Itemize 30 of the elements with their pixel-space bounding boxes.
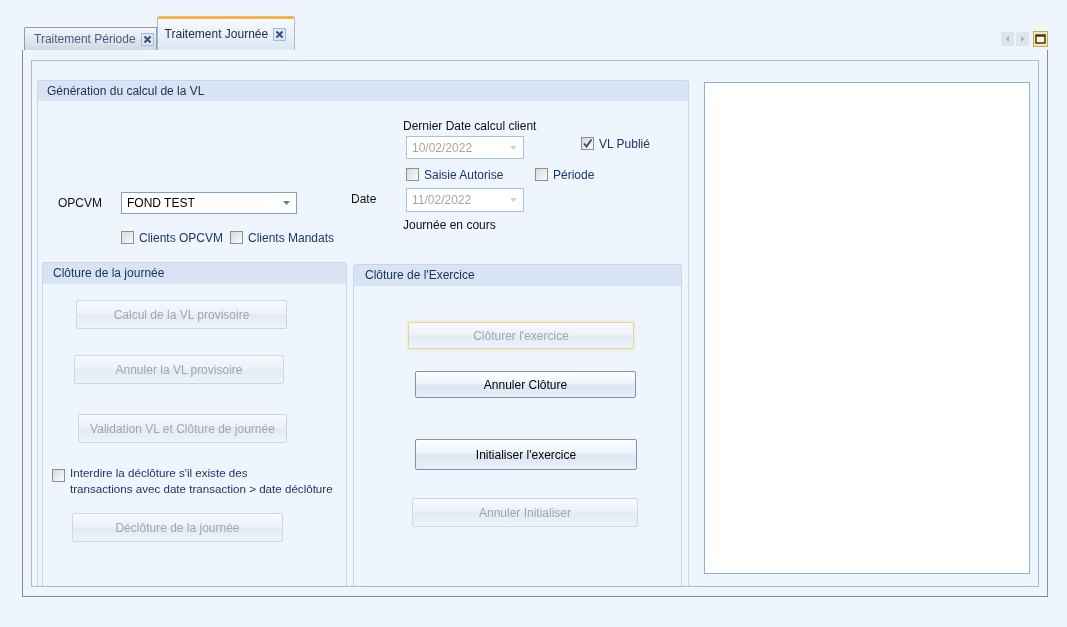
checkbox-label: Clients OPCVM	[139, 231, 224, 245]
tab[interactable]: Traitement Période	[24, 27, 157, 50]
field-label: OPCVM	[58, 196, 103, 212]
group-title: Clôture de l'Exercice	[354, 265, 681, 286]
field-label: Date	[351, 192, 378, 208]
caret-icon	[510, 198, 517, 202]
checkbox-label: Interdire la déclôture s'il existe des transactions avec date transaction > date déclôture	[70, 465, 333, 497]
group-title: Génération du calcul de la VL	[38, 81, 688, 101]
checkbox[interactable]	[406, 168, 419, 181]
group-title: Clôture de la journée	[43, 263, 346, 284]
action-button[interactable]: Annuler Clôture	[415, 371, 636, 398]
checkbox[interactable]	[581, 137, 594, 150]
checkbox[interactable]	[52, 469, 65, 482]
close-icon[interactable]	[140, 32, 154, 46]
checkbox-label: Clients Mandats	[248, 231, 335, 245]
checkbox-label: VL Publié	[599, 137, 650, 151]
caret-icon	[510, 145, 517, 150]
checkbox[interactable]	[535, 168, 548, 181]
tab[interactable]: Traitement Journée	[156, 16, 296, 50]
checkbox-label: Période	[553, 168, 595, 182]
field-label: Dernier Date calcul client	[403, 119, 538, 133]
dropdown[interactable]: FOND TEST	[121, 192, 297, 214]
action-button[interactable]: Initialiser l'exercice	[415, 439, 637, 470]
checkbox[interactable]	[230, 231, 243, 244]
window-icon[interactable]	[1033, 31, 1048, 47]
caret-icon	[283, 201, 290, 205]
close-icon[interactable]	[273, 28, 287, 41]
checkbox[interactable]	[121, 231, 134, 244]
checkbox-label: Saisie Autorise	[424, 168, 504, 182]
field-caption: Journée en cours	[403, 218, 497, 230]
